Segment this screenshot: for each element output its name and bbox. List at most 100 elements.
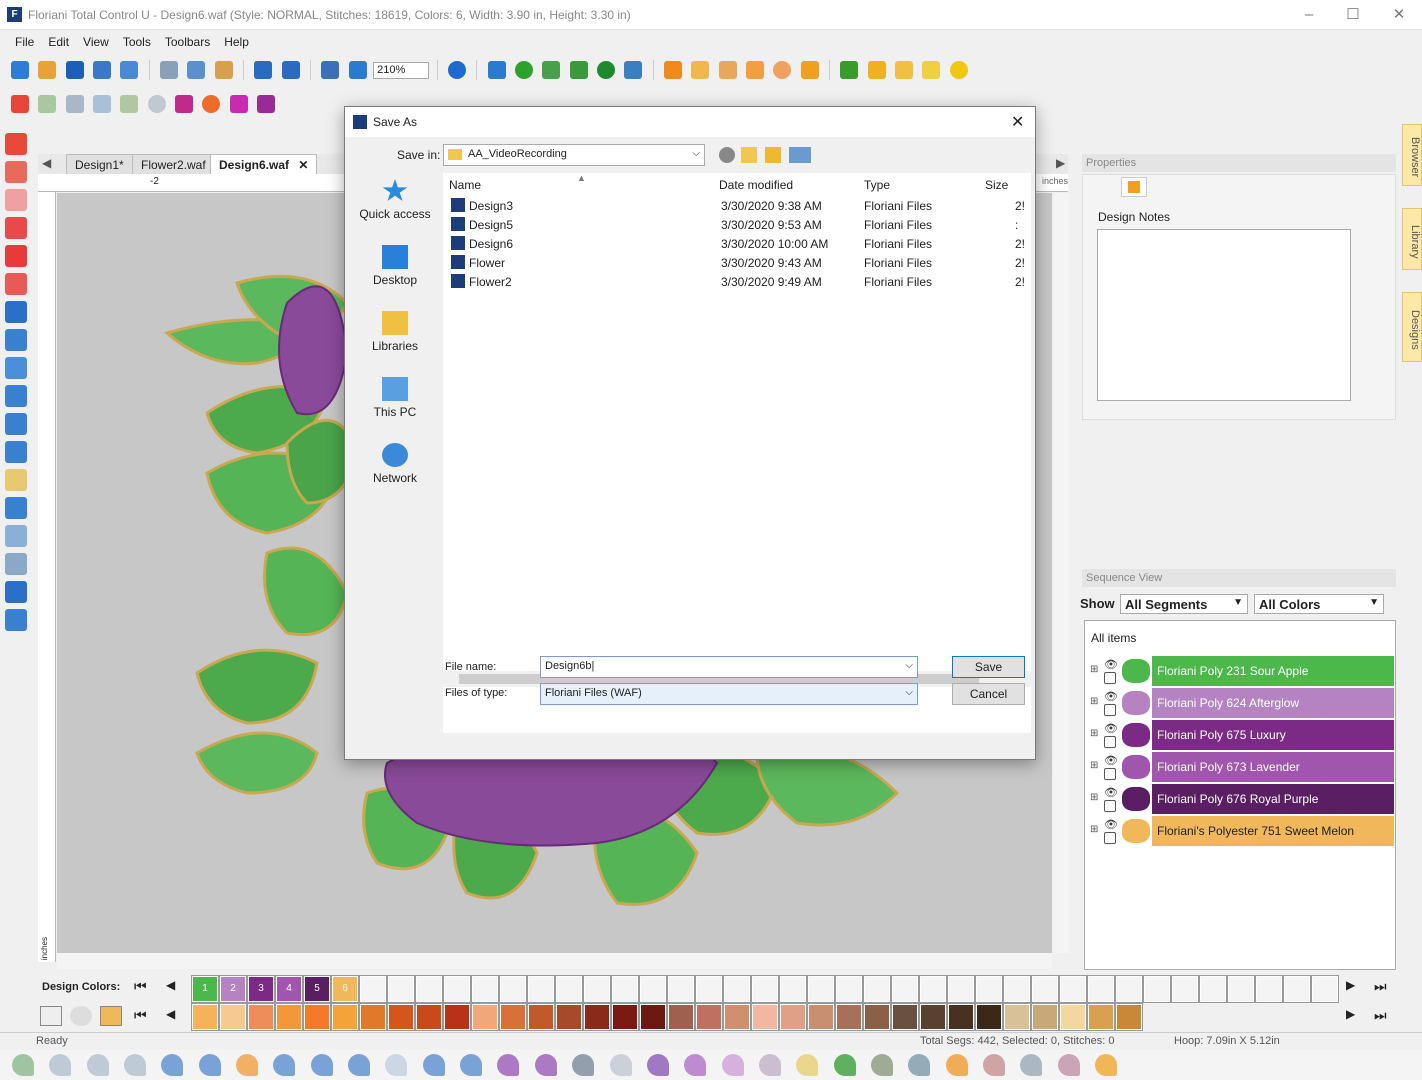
- cone-icon[interactable]: [663, 61, 682, 79]
- lock-icon[interactable]: [1104, 768, 1116, 780]
- save-button[interactable]: Save: [952, 656, 1025, 678]
- place-this-pc[interactable]: This PC: [349, 377, 441, 437]
- design-color-swatch[interactable]: 1: [191, 975, 219, 1003]
- edit-icon[interactable]: [895, 61, 914, 79]
- print-icon[interactable]: [120, 61, 139, 79]
- palette-color-swatch[interactable]: [303, 1003, 331, 1031]
- sequence-item[interactable]: ⊞ 👁 Floriani Poly 675 Luxury: [1090, 720, 1394, 750]
- empty-color-slot[interactable]: [1311, 975, 1339, 1003]
- dots-icon[interactable]: [908, 1054, 931, 1076]
- empty-color-slot[interactable]: [723, 975, 751, 1003]
- undo-icon[interactable]: [254, 61, 273, 79]
- stitch-blend-icon[interactable]: [348, 1054, 371, 1076]
- first-color-icon[interactable]: ⏮: [134, 978, 147, 995]
- sequence-item[interactable]: ⊞ 👁 Floriani Poly 676 Royal Purple: [1090, 784, 1394, 814]
- first-palette-icon[interactable]: ⏮: [134, 1007, 147, 1024]
- minimize-button[interactable]: –: [1294, 4, 1324, 26]
- star-outline-icon[interactable]: [534, 1054, 557, 1076]
- stitch-curve-icon[interactable]: [310, 1054, 333, 1076]
- stripes-icon[interactable]: [609, 1054, 632, 1076]
- empty-color-slot[interactable]: [583, 975, 611, 1003]
- next-color-icon[interactable]: ▶: [1346, 978, 1355, 992]
- empty-color-slot[interactable]: [863, 975, 891, 1003]
- save-in-dropdown[interactable]: AA_VideoRecording ⌵: [443, 144, 705, 166]
- palette-color-swatch[interactable]: [1115, 1003, 1143, 1031]
- stitch-wave-icon[interactable]: [273, 1054, 296, 1076]
- zoom-input[interactable]: 210%: [373, 61, 430, 79]
- empty-color-slot[interactable]: [1059, 975, 1087, 1003]
- empty-color-slot[interactable]: [1087, 975, 1115, 1003]
- menu-edit[interactable]: Edit: [41, 32, 76, 52]
- eye-icon[interactable]: 👁: [1104, 754, 1118, 767]
- menu-view[interactable]: View: [76, 32, 116, 52]
- grid-fill-icon[interactable]: [65, 95, 84, 113]
- eye-icon[interactable]: 👁: [1104, 786, 1118, 799]
- filetype-select[interactable]: Floriani Files (WAF) ⌵: [540, 683, 918, 705]
- palette-color-swatch[interactable]: [695, 1003, 723, 1031]
- eye-icon[interactable]: 👁: [1104, 722, 1118, 735]
- design-color-swatch[interactable]: 2: [219, 975, 247, 1003]
- empty-color-slot[interactable]: [471, 975, 499, 1003]
- palette-color-swatch[interactable]: [1031, 1003, 1059, 1031]
- lock-icon[interactable]: [1104, 736, 1116, 748]
- font-icon[interactable]: [175, 95, 194, 113]
- view-3d-left-icon[interactable]: [5, 301, 27, 323]
- next-palette-icon[interactable]: ▶: [1346, 1007, 1355, 1021]
- palette-color-swatch[interactable]: [583, 1003, 611, 1031]
- empty-color-slot[interactable]: [779, 975, 807, 1003]
- place-desktop[interactable]: Desktop: [349, 245, 441, 305]
- eye-icon[interactable]: 👁: [1104, 818, 1118, 831]
- palette-color-swatch[interactable]: [807, 1003, 835, 1031]
- file-row[interactable]: Design3 3/30/2020 9:38 AM Floriani Files…: [443, 195, 1031, 214]
- hand-icon[interactable]: [5, 245, 27, 267]
- expand-icon[interactable]: ⊞: [1090, 792, 1098, 803]
- empty-color-slot[interactable]: [947, 975, 975, 1003]
- expand-icon[interactable]: ⊞: [1090, 760, 1098, 771]
- empty-color-slot[interactable]: [695, 975, 723, 1003]
- column-size[interactable]: Size: [985, 178, 1008, 192]
- palette-color-swatch[interactable]: [1003, 1003, 1031, 1031]
- menu-file[interactable]: File: [8, 32, 41, 52]
- empty-color-slot[interactable]: [1115, 975, 1143, 1003]
- copy-icon[interactable]: [187, 61, 206, 79]
- lock-icon[interactable]: [1104, 800, 1116, 812]
- palette-color-swatch[interactable]: [863, 1003, 891, 1031]
- back-icon[interactable]: [719, 147, 735, 163]
- palette-color-swatch[interactable]: [471, 1003, 499, 1031]
- empty-color-slot[interactable]: [639, 975, 667, 1003]
- share-icon[interactable]: [487, 61, 506, 79]
- search-icon[interactable]: [5, 525, 27, 547]
- prev-palette-icon[interactable]: ◀: [166, 1007, 175, 1021]
- stitch-satin-icon[interactable]: [124, 1054, 147, 1076]
- empty-color-slot[interactable]: [499, 975, 527, 1003]
- stitch-leaf-icon[interactable]: [422, 1054, 445, 1076]
- place-quick-access[interactable]: Quick access: [349, 179, 441, 239]
- empty-color-slot[interactable]: [555, 975, 583, 1003]
- empty-color-slot[interactable]: [835, 975, 863, 1003]
- tab-design1[interactable]: Design1*: [66, 154, 133, 174]
- diamond-icon[interactable]: [257, 95, 276, 113]
- palette-color-swatch[interactable]: [723, 1003, 751, 1031]
- column-type[interactable]: Type: [864, 178, 890, 192]
- file-row[interactable]: Flower 3/30/2020 9:43 AM Floriani Files …: [443, 252, 1031, 271]
- select-points-icon[interactable]: [5, 161, 27, 183]
- prev-color-icon[interactable]: ◀: [166, 978, 175, 992]
- colors-dropdown[interactable]: All Colors ▼: [1254, 594, 1384, 614]
- texture-icon[interactable]: [870, 1054, 893, 1076]
- last-palette-icon[interactable]: ⏭: [1374, 1007, 1387, 1024]
- save-all-icon[interactable]: [93, 61, 112, 79]
- design-color-swatch[interactable]: 5: [303, 975, 331, 1003]
- empty-color-slot[interactable]: [751, 975, 779, 1003]
- column-date[interactable]: Date modified: [719, 178, 793, 192]
- expand-icon[interactable]: ⊞: [1090, 664, 1098, 675]
- lock-icon[interactable]: [1104, 832, 1116, 844]
- design-color-swatch[interactable]: 6: [331, 975, 359, 1003]
- grid-stitch-icon[interactable]: [1020, 1054, 1043, 1076]
- chevron-down-icon[interactable]: ⌵: [905, 660, 913, 671]
- lock-icon[interactable]: [1104, 704, 1116, 716]
- needle-icon[interactable]: [5, 329, 27, 351]
- palette-color-swatch[interactable]: [331, 1003, 359, 1031]
- palette-color-swatch[interactable]: [219, 1003, 247, 1031]
- empty-color-slot[interactable]: [387, 975, 415, 1003]
- expand-icon[interactable]: ⊞: [1090, 728, 1098, 739]
